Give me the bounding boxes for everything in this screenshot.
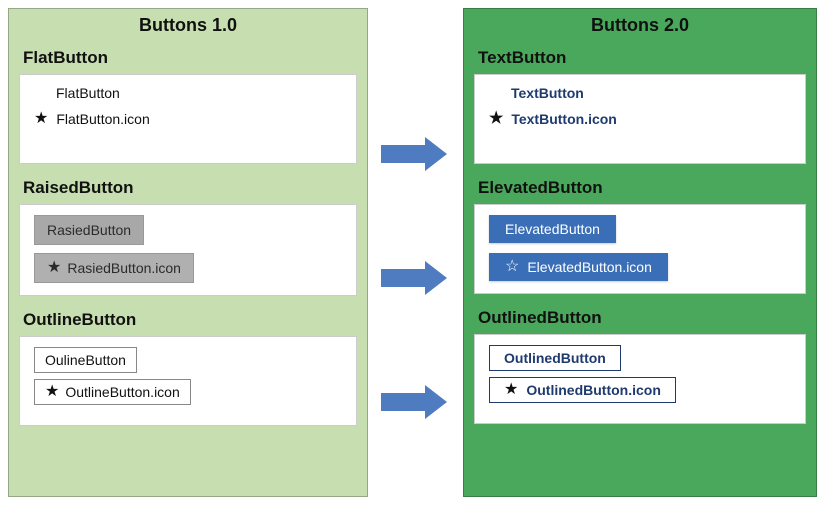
outlinebutton-icon-label: OutlineButton.icon <box>65 384 179 400</box>
outlinebutton-icon[interactable]: ★ OutlineButton.icon <box>34 379 191 405</box>
star-icon: ☆ <box>505 259 519 275</box>
star-icon: ★ <box>45 384 59 400</box>
left-title: Buttons 1.0 <box>9 9 367 44</box>
textbutton-panel: TextButton ★ TextButton.icon <box>474 74 806 164</box>
outlinebutton-section: OutlineButton OulineButton ★ OutlineButt… <box>9 306 367 436</box>
outlinebutton-plain[interactable]: OulineButton <box>34 347 137 373</box>
elevatedbutton-icon[interactable]: ☆ ElevatedButton.icon <box>489 253 668 281</box>
elevatedbutton-plain[interactable]: ElevatedButton <box>489 215 616 243</box>
raisedbutton-plain-label: RasiedButton <box>47 222 131 238</box>
raisedbutton-panel: RasiedButton ★ RasiedButton.icon <box>19 204 357 296</box>
outlinedbutton-icon[interactable]: ★ OutlinedButton.icon <box>489 377 676 403</box>
outlinebutton-plain-label: OulineButton <box>45 352 126 368</box>
star-icon: ★ <box>489 111 503 127</box>
raisedbutton-title: RaisedButton <box>19 174 357 204</box>
elevatedbutton-plain-label: ElevatedButton <box>505 221 600 237</box>
textbutton-title: TextButton <box>474 44 806 74</box>
textbutton-icon[interactable]: ★ TextButton.icon <box>489 111 791 127</box>
outlinedbutton-panel: OutlinedButton ★ OutlinedButton.icon <box>474 334 806 424</box>
star-icon: ★ <box>34 111 48 127</box>
arrow-icon <box>381 137 451 171</box>
buttons-1-column: Buttons 1.0 FlatButton FlatButton ★ Flat… <box>8 8 368 497</box>
flatbutton-icon[interactable]: ★ FlatButton.icon <box>34 111 342 127</box>
raisedbutton-icon-label: RasiedButton.icon <box>67 260 181 276</box>
textbutton-plain[interactable]: TextButton <box>489 85 791 101</box>
outlinedbutton-section: OutlinedButton OutlinedButton ★ Outlined… <box>464 304 816 434</box>
raisedbutton-icon[interactable]: ★ RasiedButton.icon <box>34 253 194 283</box>
star-icon: ★ <box>47 260 61 276</box>
textbutton-icon-label: TextButton.icon <box>511 111 617 127</box>
elevatedbutton-title: ElevatedButton <box>474 174 806 204</box>
outlinebutton-title: OutlineButton <box>19 306 357 336</box>
outlinebutton-panel: OulineButton ★ OutlineButton.icon <box>19 336 357 426</box>
buttons-2-column: Buttons 2.0 TextButton TextButton ★ Text… <box>463 8 817 497</box>
raisedbutton-plain[interactable]: RasiedButton <box>34 215 144 245</box>
flatbutton-icon-label: FlatButton.icon <box>56 111 149 127</box>
star-icon: ★ <box>504 382 518 398</box>
arrows-column <box>368 8 463 497</box>
textbutton-section: TextButton TextButton ★ TextButton.icon <box>464 44 816 174</box>
flatbutton-plain[interactable]: FlatButton <box>34 85 342 101</box>
arrow-icon <box>381 385 451 419</box>
raisedbutton-section: RaisedButton RasiedButton ★ RasiedButton… <box>9 174 367 306</box>
flatbutton-title: FlatButton <box>19 44 357 74</box>
outlinedbutton-icon-label: OutlinedButton.icon <box>526 382 661 398</box>
comparison-container: Buttons 1.0 FlatButton FlatButton ★ Flat… <box>8 8 817 497</box>
flatbutton-panel: FlatButton ★ FlatButton.icon <box>19 74 357 164</box>
outlinedbutton-title: OutlinedButton <box>474 304 806 334</box>
elevatedbutton-icon-label: ElevatedButton.icon <box>527 259 652 275</box>
outlinedbutton-plain-label: OutlinedButton <box>504 350 606 366</box>
outlinedbutton-plain[interactable]: OutlinedButton <box>489 345 621 371</box>
flatbutton-section: FlatButton FlatButton ★ FlatButton.icon <box>9 44 367 174</box>
elevatedbutton-section: ElevatedButton ElevatedButton ☆ Elevated… <box>464 174 816 304</box>
arrow-icon <box>381 261 451 295</box>
right-title: Buttons 2.0 <box>464 9 816 44</box>
elevatedbutton-panel: ElevatedButton ☆ ElevatedButton.icon <box>474 204 806 294</box>
